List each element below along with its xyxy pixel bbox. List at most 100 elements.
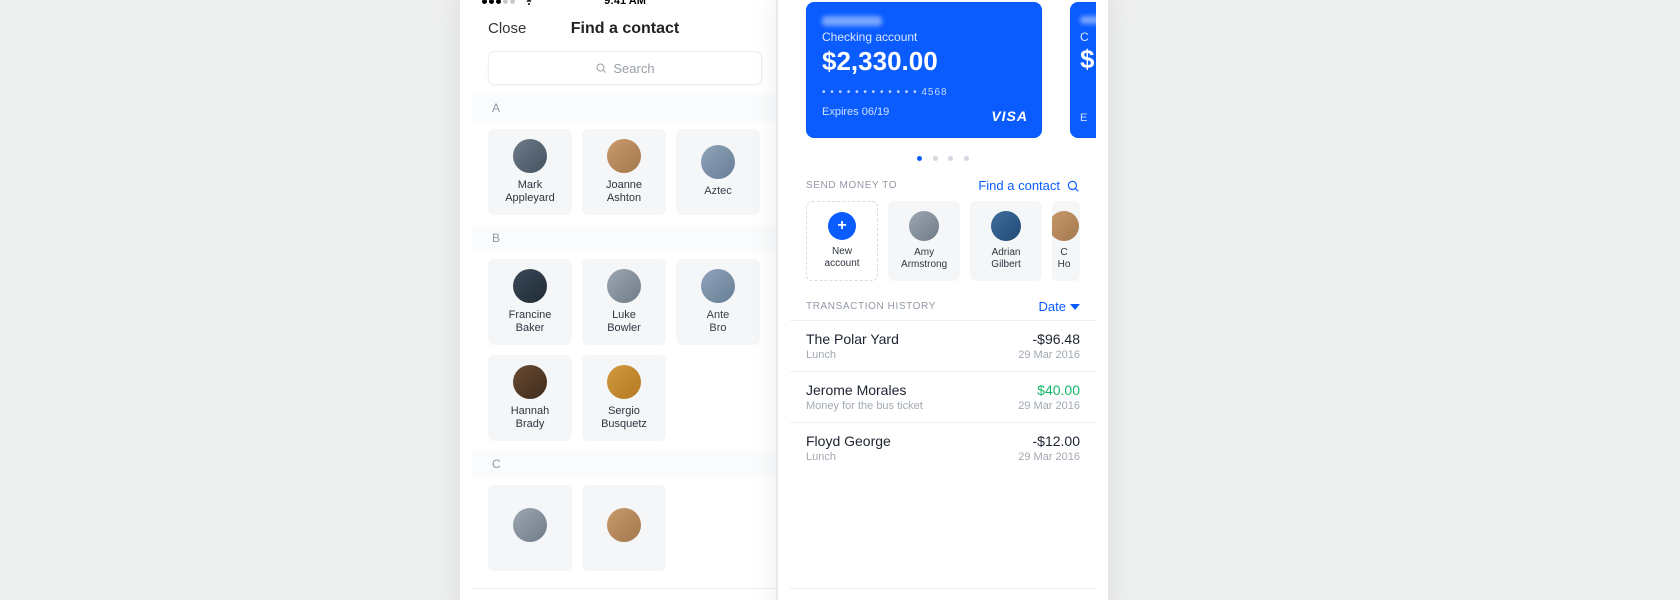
avatar — [607, 508, 641, 542]
avatar — [607, 139, 641, 173]
transaction-row[interactable]: Floyd George Lunch -$12.00 29 Mar 2016 — [790, 422, 1096, 473]
card-balance: $2,330.00 — [822, 46, 1026, 77]
avatar — [701, 269, 735, 303]
new-account-label: Newaccount — [825, 246, 860, 270]
card-carousel[interactable]: Checking account $2,330.00 • • • • • • •… — [790, 0, 1096, 138]
contact-name: AdrianGilbert — [991, 247, 1020, 271]
contact-name: Aztec — [704, 185, 732, 198]
status-bar: 9:41 AM — [472, 0, 778, 10]
send-money-label: SEND MONEY TO — [806, 180, 897, 191]
search-icon — [595, 62, 607, 74]
tx-note: Money for the bus ticket — [806, 400, 923, 412]
find-contact-link[interactable]: Find a contact — [978, 178, 1080, 193]
pager-dot[interactable] — [964, 156, 969, 161]
tx-date: 29 Mar 2016 — [1018, 400, 1080, 412]
pager-dots — [790, 148, 1096, 166]
new-account-button[interactable]: + Newaccount — [806, 201, 878, 281]
status-time: 9:41 AM — [604, 0, 646, 7]
tab-bar — [472, 588, 778, 600]
contact-name: MarkAppleyard — [505, 179, 555, 205]
section-letter-a: A — [472, 95, 778, 121]
tx-name: Jerome Morales — [806, 382, 923, 398]
tab-card[interactable] — [494, 589, 552, 600]
tab-profile[interactable] — [596, 589, 654, 600]
history-label: TRANSACTION HISTORY — [806, 301, 936, 312]
card-peek-label: C — [1080, 30, 1096, 44]
tx-note: Lunch — [806, 451, 891, 463]
pager-dot[interactable] — [933, 156, 938, 161]
tx-date: 29 Mar 2016 — [1018, 451, 1080, 463]
tab-more[interactable] — [1029, 589, 1087, 600]
contact-name: CHo — [1058, 247, 1071, 271]
avatar — [701, 145, 735, 179]
tx-amount: -$96.48 — [1018, 331, 1080, 347]
contact-tile[interactable]: AnteBro — [676, 259, 760, 345]
contact-tile[interactable]: Aztec — [676, 129, 760, 215]
account-card-peek[interactable]: C $ E — [1070, 2, 1096, 138]
sort-dropdown[interactable]: Date — [1039, 299, 1080, 314]
section-letter-b: B — [472, 225, 778, 251]
card-peek-balance: $ — [1080, 44, 1096, 75]
chevron-down-icon — [1070, 302, 1080, 312]
section-letter-c: C — [472, 451, 778, 477]
contacts-grid-b: FrancineBaker LukeBowler AnteBro HannahB… — [472, 251, 778, 451]
transaction-history-header: TRANSACTION HISTORY Date — [790, 293, 1096, 320]
avatar — [991, 211, 1021, 241]
plus-icon: + — [828, 212, 856, 240]
tab-profile[interactable] — [876, 589, 934, 600]
contact-name: SergioBusquetz — [601, 405, 647, 431]
close-button[interactable]: Close — [488, 20, 526, 37]
send-money-header: SEND MONEY TO Find a contact — [790, 172, 1096, 201]
search-icon — [1066, 179, 1080, 193]
transaction-row[interactable]: Jerome Morales Money for the bus ticket … — [790, 371, 1096, 422]
header: Close Find a contact — [472, 10, 778, 51]
contact-name: LukeBowler — [607, 309, 641, 335]
signal-dots-icon — [482, 0, 517, 7]
contact-tile[interactable]: SergioBusquetz — [582, 355, 666, 441]
contacts-grid-a: MarkAppleyard JoanneAshton Aztec — [472, 121, 778, 225]
contact-tile[interactable] — [582, 485, 666, 571]
contact-tile[interactable]: HannahBrady — [488, 355, 572, 441]
search-placeholder: Search — [613, 61, 654, 76]
tx-date: 29 Mar 2016 — [1018, 349, 1080, 361]
card-peek-expires: E — [1080, 112, 1096, 124]
card-number-masked: • • • • • • • • • • • • 4568 — [822, 87, 1026, 98]
send-contact-tile[interactable]: CHo — [1052, 201, 1080, 281]
contact-name: JoanneAshton — [606, 179, 642, 205]
card-title-blur — [822, 16, 882, 26]
phone-wallet: Checking account $2,330.00 • • • • • • •… — [778, 0, 1108, 600]
tab-card[interactable] — [799, 589, 857, 600]
tx-name: The Polar Yard — [806, 331, 899, 347]
card-account-label: Checking account — [822, 30, 1026, 44]
avatar — [607, 269, 641, 303]
avatar — [607, 365, 641, 399]
contact-name: AmyArmstrong — [901, 247, 947, 271]
contact-tile[interactable] — [488, 485, 572, 571]
avatar — [513, 365, 547, 399]
tx-name: Floyd George — [806, 433, 891, 449]
pager-dot[interactable] — [917, 156, 922, 161]
tx-amount: -$12.00 — [1018, 433, 1080, 449]
tab-camera[interactable] — [952, 589, 1010, 600]
avatar — [513, 508, 547, 542]
tx-note: Lunch — [806, 349, 899, 361]
avatar — [513, 139, 547, 173]
transaction-row[interactable]: The Polar Yard Lunch -$96.48 29 Mar 2016 — [790, 320, 1096, 371]
tab-camera[interactable] — [698, 589, 756, 600]
contact-tile[interactable]: JoanneAshton — [582, 129, 666, 215]
send-contact-tile[interactable]: AdrianGilbert — [970, 201, 1042, 281]
card-title-blur — [1080, 16, 1096, 24]
avatar — [513, 269, 547, 303]
search-input[interactable]: Search — [488, 51, 762, 85]
avatar — [909, 211, 939, 241]
send-contact-tile[interactable]: AmyArmstrong — [888, 201, 960, 281]
pager-dot[interactable] — [948, 156, 953, 161]
account-card[interactable]: Checking account $2,330.00 • • • • • • •… — [806, 2, 1042, 138]
contact-tile[interactable]: LukeBowler — [582, 259, 666, 345]
send-money-row: + Newaccount AmyArmstrong AdrianGilbert … — [790, 201, 1096, 293]
page-title: Find a contact — [571, 20, 679, 38]
wifi-icon — [523, 0, 535, 9]
avatar — [1052, 211, 1079, 241]
contact-tile[interactable]: MarkAppleyard — [488, 129, 572, 215]
contact-tile[interactable]: FrancineBaker — [488, 259, 572, 345]
